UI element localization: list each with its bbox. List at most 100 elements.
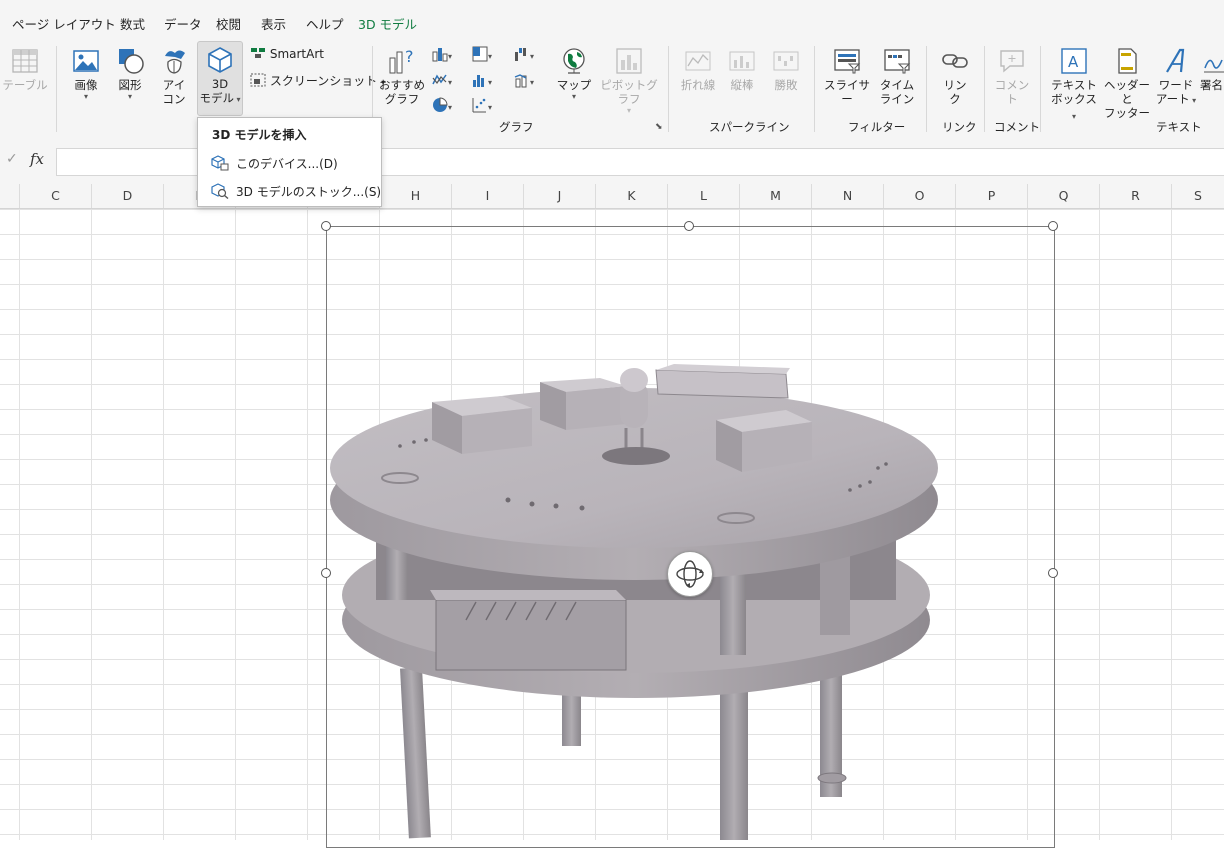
insert-3d-model-dropdown: 3D モデルを挿入 このデバイス...(D) 3D モデルのストック...(S) — [197, 117, 382, 207]
smartart-button[interactable]: SmartArt — [250, 46, 324, 61]
separator — [1040, 46, 1041, 132]
statistic-chart-button[interactable]: ▾ — [472, 72, 494, 91]
chevron-down-icon: ▾ — [127, 92, 132, 101]
pivot-chart-button[interactable]: ピボットグラフ ▾ — [596, 46, 662, 115]
pie-chart-icon: ▾ — [433, 97, 452, 112]
tab-page-layout[interactable]: ページ レイアウト — [12, 14, 116, 33]
column-header[interactable]: L — [668, 184, 740, 208]
group-label-link: リンク — [942, 120, 977, 134]
waterfall-icon: ▾ — [515, 48, 534, 61]
separator — [668, 46, 669, 132]
column-header[interactable]: C — [20, 184, 92, 208]
wordart-button[interactable]: ワード アート ▾ — [1154, 46, 1198, 108]
separator — [984, 46, 985, 132]
menu-item-stock-3d-models[interactable]: 3D モデルのストック...(S) — [208, 178, 381, 202]
signature-icon — [1204, 59, 1224, 73]
hierarchy-chart-button[interactable]: ▾ — [472, 46, 494, 65]
screenshot-button[interactable]: スクリーンショット ▾ — [250, 72, 385, 89]
dialog-launcher-icon[interactable]: ⬊ — [655, 122, 663, 132]
column-header[interactable]: K — [596, 184, 668, 208]
column-header[interactable]: P — [956, 184, 1028, 208]
separator — [56, 46, 57, 132]
scatter-chart-button[interactable]: ▾ — [472, 97, 494, 116]
column-header[interactable]: I — [452, 184, 524, 208]
svg-text:▾: ▾ — [488, 103, 492, 112]
image-button[interactable]: 画像 ▾ — [68, 46, 104, 101]
component-block — [540, 378, 626, 430]
resize-handle-top-left[interactable] — [321, 221, 331, 231]
slicer-icon — [834, 49, 861, 74]
column-header[interactable]: D — [92, 184, 164, 208]
header-footer-button[interactable]: ヘッダーと フッター — [1102, 46, 1152, 120]
shapes-icon — [119, 49, 144, 74]
separator — [926, 46, 927, 132]
map-button[interactable]: マップ ▾ — [556, 46, 592, 101]
icons-button[interactable]: アイ コン — [156, 46, 192, 106]
column-header[interactable]: J — [524, 184, 596, 208]
shapes-button[interactable]: 図形 ▾ — [112, 46, 148, 101]
svg-text:▾: ▾ — [530, 52, 534, 61]
device-3d-icon — [211, 155, 229, 171]
line-chart-icon: ▾ — [432, 74, 452, 87]
column-chart-button[interactable]: ▾ — [432, 46, 454, 65]
column-header[interactable]: S — [1172, 184, 1224, 208]
svg-text:▾: ▾ — [448, 103, 452, 112]
tab-review[interactable]: 校閲 — [216, 14, 241, 33]
table-button[interactable]: テーブル — [0, 46, 50, 92]
column-header[interactable]: M — [740, 184, 812, 208]
column-header[interactable]: Q — [1028, 184, 1100, 208]
line-chart-button[interactable]: ▾ — [432, 72, 454, 91]
timeline-button[interactable]: タイム ライン — [878, 46, 916, 106]
column-header[interactable]: H — [380, 184, 452, 208]
stock-3d-icon — [211, 183, 229, 199]
column-header[interactable]: O — [884, 184, 956, 208]
resize-handle-top[interactable] — [684, 221, 694, 231]
signature-button[interactable]: 署名 — [1200, 46, 1224, 92]
resize-handle-left[interactable] — [321, 568, 331, 578]
sparkline-line-icon — [685, 51, 711, 71]
check-icon[interactable]: ✓ — [6, 151, 18, 167]
combo-chart-button[interactable]: ▾ — [514, 72, 536, 91]
tab-data[interactable]: データ — [164, 14, 202, 33]
svg-text:▾: ▾ — [530, 78, 534, 87]
histogram-icon: ▾ — [473, 75, 492, 87]
tab-help[interactable]: ヘルプ — [306, 14, 344, 33]
svg-text:▾: ▾ — [488, 78, 492, 87]
resize-handle-top-right[interactable] — [1048, 221, 1058, 231]
link-button[interactable]: リン ク — [936, 46, 974, 106]
chevron-down-icon: ▾ — [1071, 112, 1076, 121]
3d-rotate-handle[interactable] — [667, 551, 713, 597]
resize-handle-right[interactable] — [1048, 568, 1058, 578]
comment-button[interactable]: コメント — [990, 46, 1034, 106]
chevron-down-icon: ▾ — [233, 95, 241, 104]
3d-model-render[interactable] — [326, 350, 946, 840]
chevron-down-icon: ▾ — [626, 106, 631, 115]
3d-model-button[interactable]: 3D モデル ▾ — [197, 41, 243, 116]
tab-view[interactable]: 表示 — [261, 14, 286, 33]
tab-3d-model[interactable]: 3D モデル — [358, 14, 417, 33]
recommended-charts-button[interactable]: ? おすすめ グラフ — [378, 46, 426, 106]
fx-button[interactable]: fx — [30, 150, 44, 168]
slicer-button[interactable]: スライサー — [820, 46, 874, 106]
header-footer-icon — [1118, 48, 1137, 74]
wordart-icon — [1166, 48, 1185, 73]
column-header[interactable]: N — [812, 184, 884, 208]
sparkline-column-button[interactable]: 縦棒 — [724, 46, 760, 92]
sparkline-line-button[interactable]: 折れ線 — [676, 46, 720, 92]
chevron-down-icon: ▾ — [1189, 96, 1197, 105]
sparkline-winloss-button[interactable]: 勝敗 — [768, 46, 804, 92]
pie-chart-button[interactable]: ▾ — [432, 97, 454, 116]
tab-formulas[interactable]: 数式 — [120, 14, 145, 33]
timeline-icon — [884, 49, 911, 74]
column-chart-icon: ▾ — [432, 48, 452, 62]
component-block — [432, 396, 532, 454]
ribbon: テーブル 画像 ▾ 図形 ▾ アイ コン 3D モデル ▾ SmartArt ス… — [0, 41, 1224, 138]
recommended-chart-icon: ? — [389, 47, 414, 74]
textbox-button[interactable]: A テキスト ボックス ▾ — [1048, 46, 1100, 124]
svg-text:▾: ▾ — [448, 52, 452, 61]
menu-item-this-device[interactable]: このデバイス...(D) — [208, 150, 373, 174]
chevron-down-icon: ▾ — [571, 92, 576, 101]
column-header[interactable]: R — [1100, 184, 1172, 208]
waterfall-chart-button[interactable]: ▾ — [514, 46, 536, 65]
link-icon — [942, 54, 968, 68]
